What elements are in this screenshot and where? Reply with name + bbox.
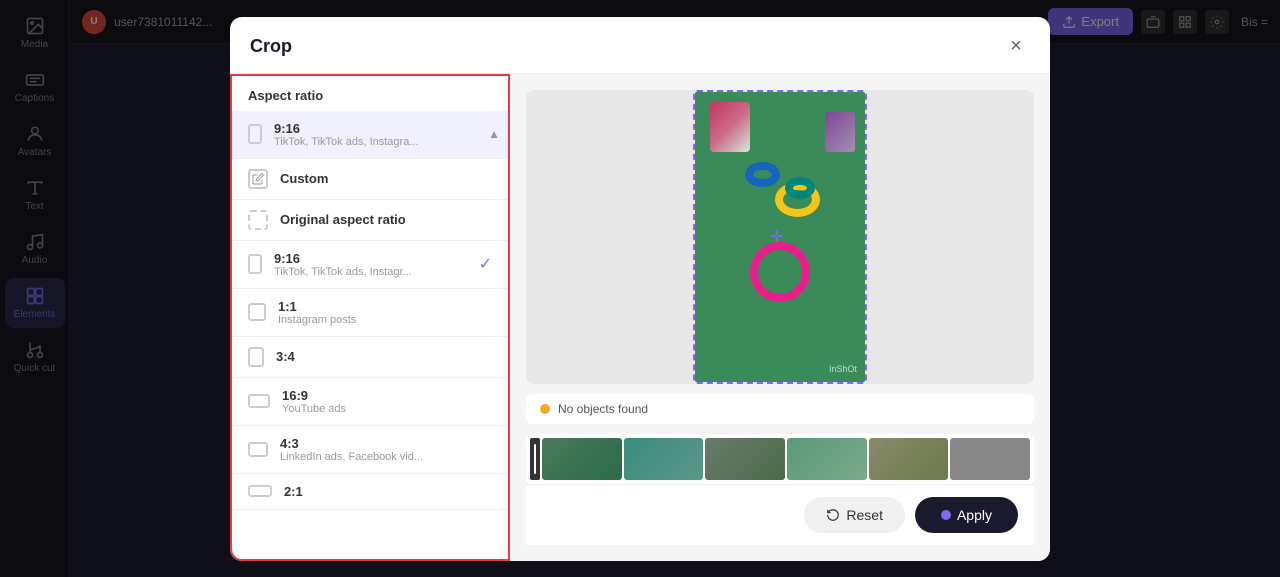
original-icon <box>248 210 268 230</box>
aspect-info-3-4: 3:4 <box>276 349 492 364</box>
modal-overlay: Crop × Aspect ratio 9:16 TikTok, TikTok <box>0 0 1280 577</box>
aspect-checkbox-1-1 <box>248 303 266 321</box>
preview-area: InShOt ✛ No objects found <box>510 74 1050 561</box>
aspect-info-9-16: 9:16 TikTok, TikTok ads, Instagr... <box>274 251 467 278</box>
modal-body: Aspect ratio 9:16 TikTok, TikTok ads, In… <box>230 74 1050 561</box>
aspect-info-9-16-top: 9:16 TikTok, TikTok ads, Instagra... <box>274 121 492 148</box>
aspect-sub-4-3: LinkedIn ads, Facebook vid... <box>280 451 492 463</box>
aspect-info-16-9: 16:9 YouTube ads <box>282 388 492 415</box>
timeline-strip <box>526 434 1034 484</box>
aspect-ratio-label-1-1: 1:1 <box>278 299 492 314</box>
timeline-thumb-4 <box>787 438 867 480</box>
aspect-sub-16-9: YouTube ads <box>282 403 492 415</box>
custom-icon <box>248 169 268 189</box>
aspect-info-custom: Custom <box>280 171 492 186</box>
aspect-ratio-label-2-1: 2:1 <box>284 484 492 499</box>
apply-button[interactable]: Apply <box>915 497 1018 533</box>
app-background: Media Captions Avatars Text Audio Elemen… <box>0 0 1280 577</box>
watermark: InShOt <box>829 364 857 374</box>
aspect-info-1-1: 1:1 Instagram posts <box>278 299 492 326</box>
aspect-checkbox-4-3 <box>248 442 268 457</box>
timeline-thumb-2 <box>624 438 704 480</box>
no-objects-text: No objects found <box>558 402 648 416</box>
aspect-item-3-4[interactable]: 3:4 <box>232 337 508 378</box>
modal-header: Crop × <box>230 17 1050 74</box>
check-mark-icon: ✓ <box>479 254 492 274</box>
aspect-item-1-1[interactable]: 1:1 Instagram posts <box>232 289 508 337</box>
aspect-item-16-9[interactable]: 16:9 YouTube ads <box>232 378 508 426</box>
ring-blue <box>745 162 780 187</box>
modal-title: Crop <box>250 36 292 57</box>
aspect-ratio-label-9-16: 9:16 <box>274 251 467 266</box>
aspect-item-2-1[interactable]: 2:1 <box>232 474 508 510</box>
aspect-item-original[interactable]: Original aspect ratio <box>232 200 508 241</box>
modal-footer: Reset Apply <box>526 484 1034 545</box>
preview-canvas: InShOt ✛ <box>526 90 1034 384</box>
aspect-info-4-3: 4:3 LinkedIn ads, Facebook vid... <box>280 436 492 463</box>
preview-image-container: InShOt ✛ <box>693 90 867 384</box>
aspect-sub-9-16: TikTok, TikTok ads, Instagr... <box>274 266 467 278</box>
aspect-ratio-label-original: Original aspect ratio <box>280 212 492 227</box>
aspect-ratio-label-9-16-top: 9:16 <box>274 121 492 136</box>
reset-button[interactable]: Reset <box>804 497 905 533</box>
no-objects-banner: No objects found <box>526 394 1034 424</box>
aspect-item-9-16-top[interactable]: 9:16 TikTok, TikTok ads, Instagra... ▲ <box>232 111 508 159</box>
aspect-checkbox-3-4 <box>248 347 264 367</box>
image-element <box>825 112 855 152</box>
aspect-info-original: Original aspect ratio <box>280 212 492 227</box>
aspect-ratio-list[interactable]: 9:16 TikTok, TikTok ads, Instagra... ▲ <box>232 111 508 559</box>
ring-teal <box>785 177 815 199</box>
aspect-ratio-label-4-3: 4:3 <box>280 436 492 451</box>
image-element <box>710 102 750 152</box>
timeline-thumb-6 <box>950 438 1030 480</box>
timeline-thumb-5 <box>869 438 949 480</box>
aspect-item-4-3[interactable]: 4:3 LinkedIn ads, Facebook vid... <box>232 426 508 474</box>
aspect-ratio-header: Aspect ratio <box>232 76 508 111</box>
aspect-ratio-label-3-4: 3:4 <box>276 349 492 364</box>
aspect-ratio-label-16-9: 16:9 <box>282 388 492 403</box>
aspect-checkbox-9-16-top <box>248 124 262 144</box>
reset-label: Reset <box>846 507 883 523</box>
aspect-info-2-1: 2:1 <box>284 484 492 499</box>
aspect-ratio-panel: Aspect ratio 9:16 TikTok, TikTok ads, In… <box>230 74 510 561</box>
timeline-cursor <box>534 444 536 474</box>
timeline-thumb-1 <box>542 438 622 480</box>
aspect-sub-9-16-top: TikTok, TikTok ads, Instagra... <box>274 136 492 148</box>
aspect-ratio-label-custom: Custom <box>280 171 492 186</box>
timeline-start-marker <box>530 438 540 480</box>
timeline-thumb-3 <box>705 438 785 480</box>
apply-dot-icon <box>941 510 951 520</box>
aspect-checkbox-9-16 <box>248 254 262 274</box>
aspect-item-9-16[interactable]: 9:16 TikTok, TikTok ads, Instagr... ✓ <box>232 241 508 289</box>
warning-dot-icon <box>540 404 550 414</box>
crosshair-icon: ✛ <box>770 227 790 247</box>
collapse-arrow-icon: ▲ <box>488 127 500 141</box>
aspect-sub-1-1: Instagram posts <box>278 314 492 326</box>
aspect-checkbox-2-1 <box>248 485 272 497</box>
crop-modal: Crop × Aspect ratio 9:16 TikTok, TikTok <box>230 17 1050 561</box>
aspect-item-custom[interactable]: Custom <box>232 159 508 200</box>
close-button[interactable]: × <box>1002 33 1030 61</box>
aspect-checkbox-16-9 <box>248 394 270 408</box>
apply-label: Apply <box>957 507 992 523</box>
ring-pink <box>750 242 810 302</box>
